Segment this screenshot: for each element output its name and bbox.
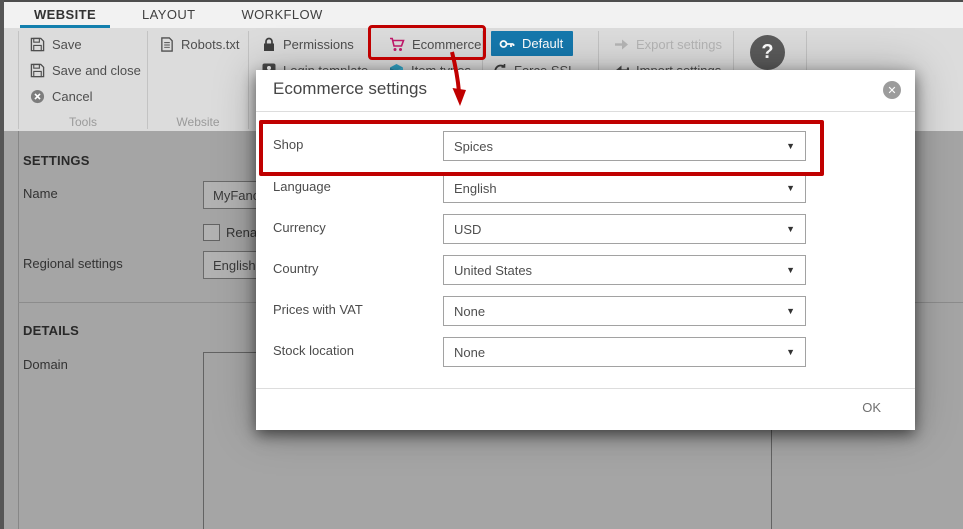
stock-location-label: Stock location [273, 343, 354, 358]
robots-txt-button[interactable]: Robots.txt [160, 32, 240, 56]
key-icon [499, 38, 515, 50]
floppy-save-close-icon [30, 63, 45, 78]
shop-label: Shop [273, 137, 303, 152]
save-button[interactable]: Save [30, 32, 82, 56]
stock-location-select[interactable]: None ▼ [443, 337, 806, 367]
tab-website[interactable]: WEBSITE [18, 2, 112, 28]
dialog-title: Ecommerce settings [273, 79, 427, 99]
robots-txt-label: Robots.txt [181, 37, 240, 52]
window-left-edge [0, 0, 4, 529]
document-icon [160, 37, 174, 52]
tab-workflow[interactable]: WORKFLOW [225, 2, 338, 28]
chevron-down-icon: ▼ [786, 141, 795, 151]
shop-select-value: Spices [454, 139, 493, 154]
cancel-circle-icon [30, 89, 45, 104]
prices-with-vat-select-value: None [454, 304, 485, 319]
permissions-label: Permissions [283, 37, 354, 52]
save-label: Save [52, 37, 82, 52]
main-tab-bar: WEBSITE LAYOUT WORKFLOW [4, 2, 963, 28]
lock-icon [262, 37, 276, 52]
chevron-down-icon: ▼ [786, 224, 795, 234]
dialog-header: Ecommerce settings ✕ [256, 70, 915, 112]
group-caption-website: Website [148, 115, 248, 129]
save-and-close-label: Save and close [52, 63, 141, 78]
shop-select[interactable]: Spices ▼ [443, 131, 806, 161]
dialog-close-button[interactable]: ✕ [883, 81, 901, 99]
chevron-down-icon: ▼ [786, 347, 795, 357]
ecommerce-button[interactable]: Ecommerce [389, 32, 481, 56]
close-x-icon: ✕ [887, 84, 896, 97]
default-button[interactable]: Default [491, 31, 573, 56]
currency-select[interactable]: USD ▼ [443, 214, 806, 244]
ok-button[interactable]: OK [862, 400, 881, 415]
language-select[interactable]: English ▼ [443, 173, 806, 203]
floppy-save-icon [30, 37, 45, 52]
export-arrow-icon [614, 38, 629, 51]
stock-location-select-value: None [454, 345, 485, 360]
default-label: Default [522, 36, 563, 51]
country-select[interactable]: United States ▼ [443, 255, 806, 285]
cancel-button[interactable]: Cancel [30, 84, 92, 108]
help-button[interactable]: ? [750, 35, 785, 70]
tab-layout[interactable]: LAYOUT [126, 2, 211, 28]
ecommerce-settings-dialog: Ecommerce settings ✕ Shop Spices ▼ Langu… [256, 70, 915, 430]
export-settings-button: Export settings [614, 32, 722, 56]
language-label: Language [273, 179, 331, 194]
prices-with-vat-select[interactable]: None ▼ [443, 296, 806, 326]
ecommerce-label: Ecommerce [412, 37, 481, 52]
save-and-close-button[interactable]: Save and close [30, 58, 141, 82]
toolbar-divider [248, 31, 249, 129]
country-label: Country [273, 261, 319, 276]
chevron-down-icon: ▼ [786, 183, 795, 193]
dialog-footer: OK [256, 388, 915, 430]
currency-label: Currency [273, 220, 326, 235]
group-caption-tools: Tools [18, 115, 148, 129]
cancel-label: Cancel [52, 89, 92, 104]
permissions-button[interactable]: Permissions [262, 32, 354, 56]
export-settings-label: Export settings [636, 37, 722, 52]
shopping-cart-icon [389, 37, 405, 52]
chevron-down-icon: ▼ [786, 306, 795, 316]
app-window: WEBSITE LAYOUT WORKFLOW Save Save and cl… [0, 0, 963, 529]
prices-with-vat-label: Prices with VAT [273, 302, 363, 317]
chevron-down-icon: ▼ [786, 265, 795, 275]
currency-select-value: USD [454, 222, 481, 237]
language-select-value: English [454, 181, 497, 196]
country-select-value: United States [454, 263, 532, 278]
question-mark-icon: ? [761, 41, 773, 64]
